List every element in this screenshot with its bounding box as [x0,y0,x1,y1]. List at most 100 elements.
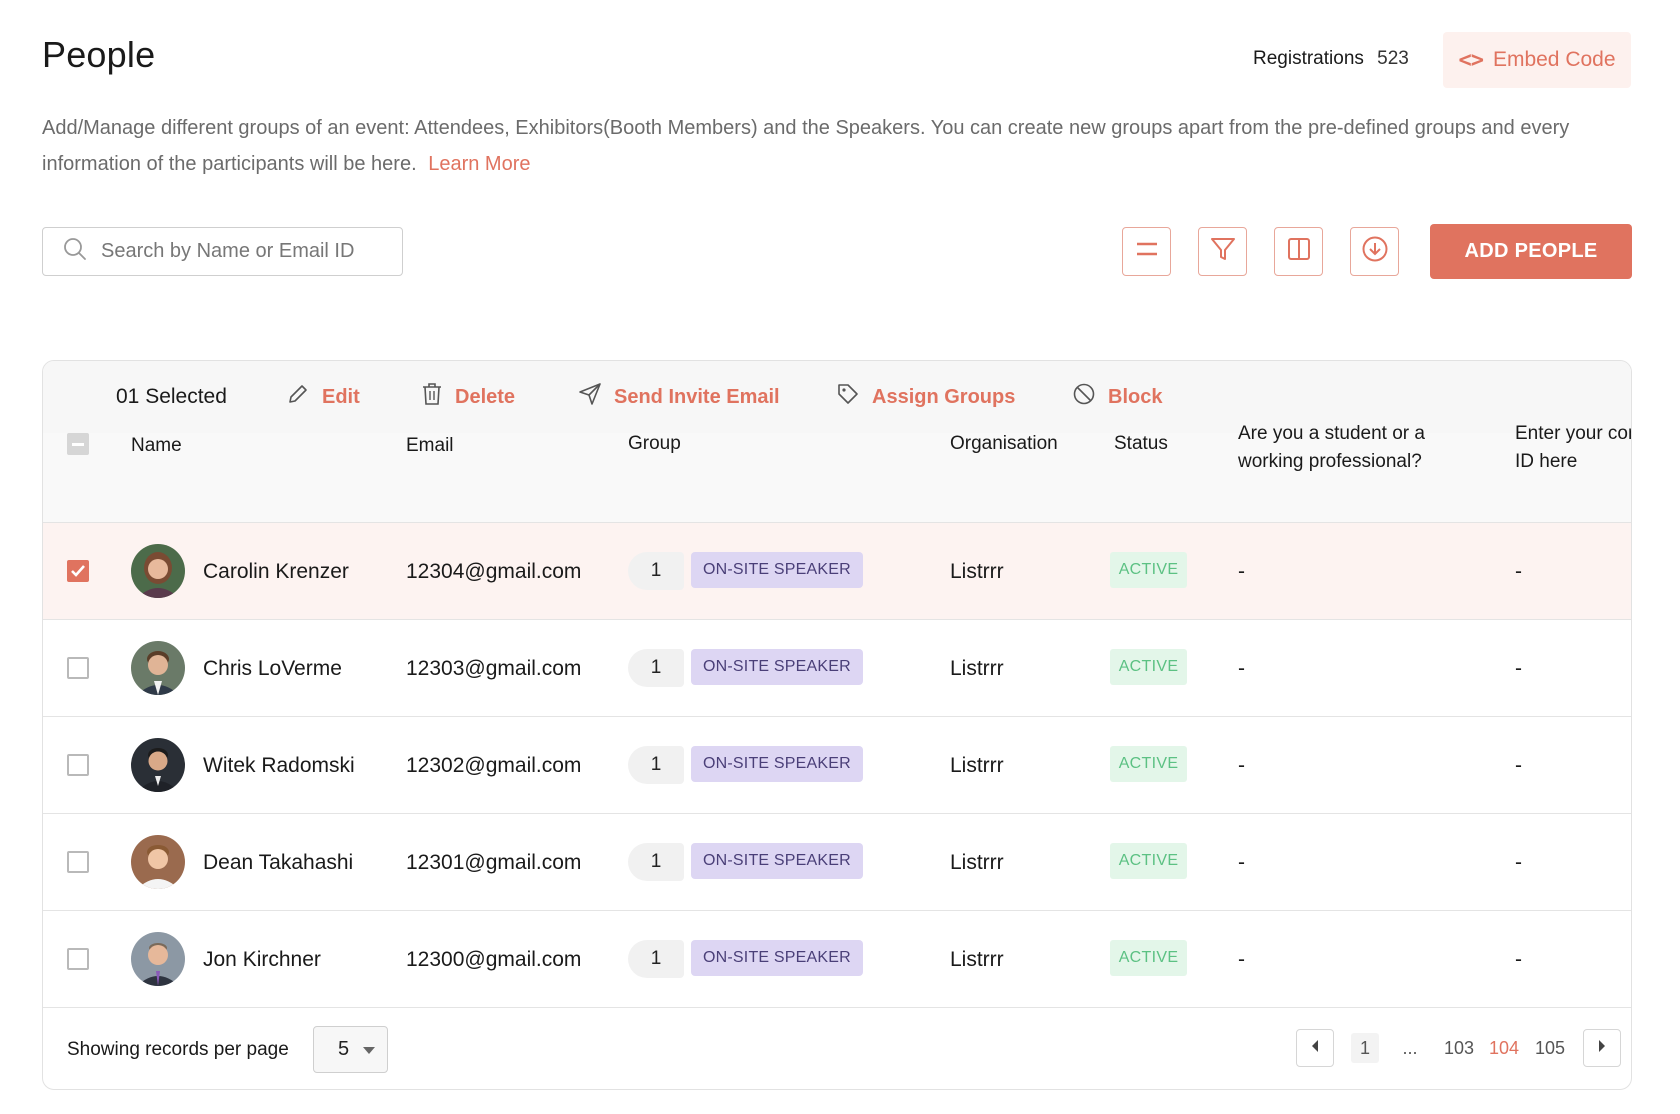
table-row[interactable]: Carolin Krenzer 12304@gmail.com 1 ON-SIT… [43,523,1631,620]
embed-code-label: Embed Code [1492,48,1616,71]
assign-groups-label: Assign Groups [872,385,1016,408]
row-working: - [1238,560,1245,583]
row-organisation: Listrrr [950,948,1004,971]
row-organisation: Listrrr [950,657,1004,680]
prev-page-button[interactable] [1296,1029,1334,1067]
row-email: 12301@gmail.com [406,851,582,874]
trash-icon [421,382,443,412]
row-company-id: - [1515,657,1522,680]
delete-label: Delete [455,385,516,408]
column-name[interactable]: Name [131,435,182,457]
page-title: People [42,34,156,75]
column-id-line2: ID here [1515,451,1578,472]
group-badge: ON-SITE SPEAKER [691,940,863,976]
page-105[interactable]: 105 [1532,1033,1568,1063]
menu-icon [1135,239,1159,264]
group-count: 1 [628,746,684,784]
page-ellipsis: ... [1402,1037,1418,1058]
code-icon: <> [1458,47,1483,73]
row-checkbox[interactable] [67,560,89,582]
edit-button[interactable]: Edit [286,382,360,412]
registrations-count: 523 [1377,48,1409,69]
caret-left-icon [1310,1039,1320,1058]
column-company-id[interactable]: Enter your company ID here [1515,420,1631,476]
table-row[interactable]: Witek Radomski 12302@gmail.com 1 ON-SITE… [43,717,1631,814]
row-working: - [1238,851,1245,874]
registrations-summary: Registrations 523 [1253,48,1409,70]
block-label: Block [1108,385,1163,408]
column-email[interactable]: Email [406,435,454,457]
description-text: Add/Manage different groups of an event:… [42,117,1570,175]
row-email: 12302@gmail.com [406,754,582,777]
people-table: 01 Selected Edit Delete Send Invite Emai… [42,360,1632,1090]
row-name: Chris LoVerme [203,657,342,680]
page-description: Add/Manage different groups of an event:… [42,110,1637,182]
download-button[interactable] [1350,227,1399,276]
send-invite-button[interactable]: Send Invite Email [578,382,780,412]
avatar [131,932,185,986]
column-working-line2: working professional? [1238,451,1422,472]
group-count: 1 [628,843,684,881]
status-badge: ACTIVE [1110,746,1187,782]
row-working: - [1238,657,1245,680]
row-name: Witek Radomski [203,754,355,777]
row-name: Dean Takahashi [203,851,354,874]
search-box [42,227,403,276]
embed-code-button[interactable]: <> Embed Code [1443,32,1631,88]
row-organisation: Listrrr [950,560,1004,583]
status-badge: ACTIVE [1110,843,1187,879]
row-checkbox[interactable] [67,657,89,679]
columns-icon [1286,236,1312,267]
block-icon [1072,382,1096,412]
status-badge: ACTIVE [1110,552,1187,588]
learn-more-link[interactable]: Learn More [428,153,530,175]
table-row[interactable]: Jon Kirchner 12300@gmail.com 1 ON-SITE S… [43,911,1631,1008]
row-email: 12300@gmail.com [406,948,582,971]
group-badge: ON-SITE SPEAKER [691,746,863,782]
search-input[interactable] [101,240,371,263]
table-row[interactable]: Chris LoVerme 12303@gmail.com 1 ON-SITE … [43,620,1631,717]
row-name: Carolin Krenzer [203,560,349,583]
columns-button[interactable] [1274,227,1323,276]
block-button[interactable]: Block [1072,382,1162,412]
next-page-button[interactable] [1583,1029,1621,1067]
delete-button[interactable]: Delete [421,382,515,412]
table-row[interactable]: Dean Takahashi 12301@gmail.com 1 ON-SITE… [43,814,1631,911]
page-104[interactable]: 104 [1486,1033,1522,1063]
tag-icon [836,382,860,412]
column-group[interactable]: Group [628,433,681,455]
row-checkbox[interactable] [67,754,89,776]
row-company-id: - [1515,948,1522,971]
row-organisation: Listrrr [950,754,1004,777]
records-per-page-label: Showing records per page [67,1039,289,1060]
avatar [131,738,185,792]
selected-count: 01 Selected [116,385,227,408]
column-working-professional[interactable]: Are you a student or a working professio… [1238,420,1425,476]
registrations-label: Registrations [1253,48,1364,69]
group-count: 1 [628,552,684,590]
group-count: 1 [628,649,684,687]
row-company-id: - [1515,754,1522,777]
page-103[interactable]: 103 [1441,1033,1477,1063]
column-id-line1: Enter your company [1515,423,1631,444]
row-checkbox[interactable] [67,948,89,970]
add-people-button[interactable]: ADD PEOPLE [1430,224,1632,279]
list-view-button[interactable] [1122,227,1171,276]
download-icon [1361,235,1389,268]
assign-groups-button[interactable]: Assign Groups [836,382,1015,412]
row-checkbox[interactable] [67,851,89,873]
per-page-select[interactable]: 5 [313,1026,388,1073]
avatar [131,641,185,695]
column-status[interactable]: Status [1114,433,1168,455]
select-all-checkbox[interactable] [67,433,89,455]
group-count: 1 [628,940,684,978]
edit-label: Edit [322,385,360,408]
row-working: - [1238,754,1245,777]
avatar [131,835,185,889]
send-invite-label: Send Invite Email [614,385,780,408]
column-organisation[interactable]: Organisation [950,433,1058,455]
row-email: 12304@gmail.com [406,560,582,583]
row-organisation: Listrrr [950,851,1004,874]
page-1[interactable]: 1 [1351,1033,1379,1063]
filter-button[interactable] [1198,227,1247,276]
